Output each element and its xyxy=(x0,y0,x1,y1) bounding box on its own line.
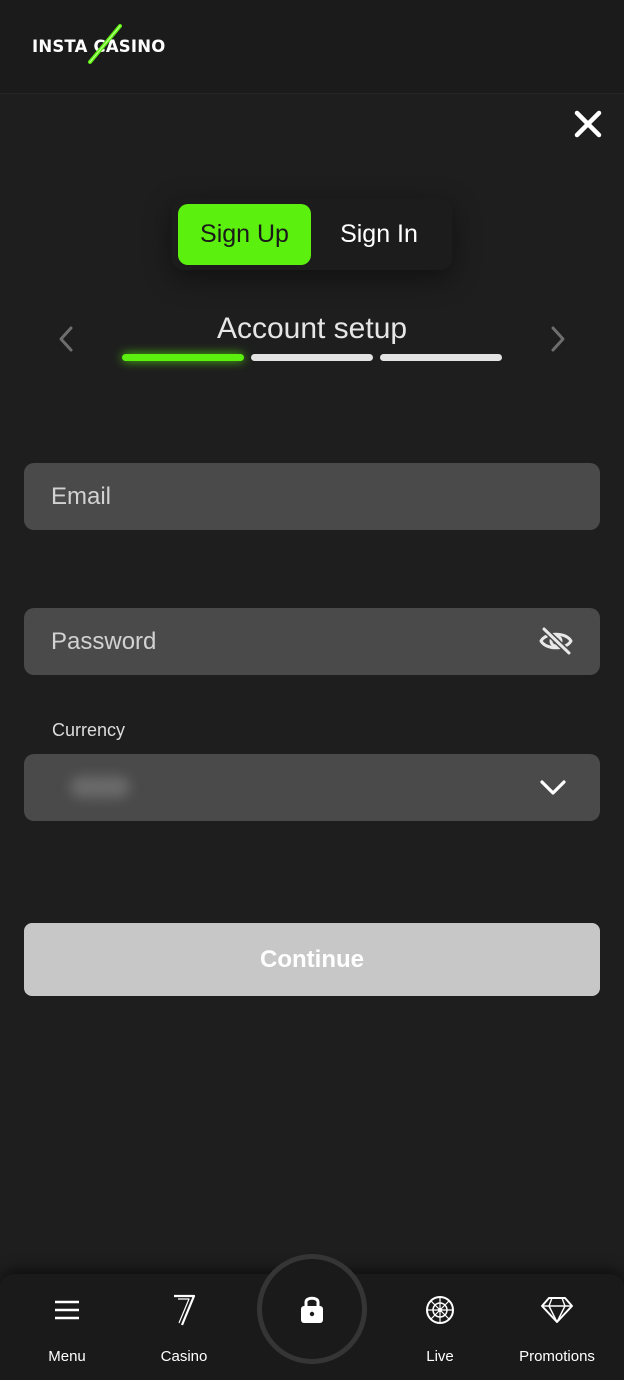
close-button[interactable] xyxy=(566,104,610,144)
nav-live-label: Live xyxy=(426,1348,454,1365)
progress-step-2 xyxy=(251,354,373,361)
nav-menu[interactable]: Menu xyxy=(12,1274,122,1380)
lock-button[interactable] xyxy=(257,1254,367,1364)
top-header: INSTA CASINO xyxy=(0,0,624,94)
seven-icon xyxy=(167,1292,201,1328)
password-input[interactable] xyxy=(24,608,600,675)
progress-step-1 xyxy=(122,354,244,361)
signup-page: INSTA CASINO Sign Up Sign In Account set… xyxy=(0,0,624,1380)
logo-slash-icon xyxy=(88,24,122,64)
currency-value-blurred xyxy=(70,776,130,798)
close-icon xyxy=(574,110,602,138)
auth-tabs: Sign Up Sign In xyxy=(172,198,452,270)
next-step-button[interactable] xyxy=(544,322,572,356)
diamond-icon xyxy=(540,1292,574,1328)
password-field-container xyxy=(24,608,600,675)
currency-select[interactable] xyxy=(24,754,600,821)
currency-label: Currency xyxy=(52,720,126,740)
eye-slash-icon xyxy=(539,626,573,656)
step-title: Account setup xyxy=(216,312,408,345)
lock-icon xyxy=(301,1296,323,1323)
previous-step-button[interactable] xyxy=(52,322,80,356)
chevron-right-icon xyxy=(551,326,565,352)
nav-casino[interactable]: Casino xyxy=(129,1274,239,1380)
nav-promotions-label: Promotions xyxy=(519,1348,595,1365)
nav-menu-label: Menu xyxy=(48,1348,86,1365)
insta-casino-logo[interactable]: INSTA CASINO xyxy=(32,22,182,68)
nav-casino-label: Casino xyxy=(160,1348,208,1365)
tab-sign-up[interactable]: Sign Up xyxy=(178,204,311,265)
progress-step-3 xyxy=(380,354,502,361)
toggle-password-visibility-button[interactable] xyxy=(538,625,574,657)
nav-live[interactable]: Live xyxy=(385,1274,495,1380)
hamburger-menu-icon xyxy=(50,1292,84,1328)
nav-promotions[interactable]: Promotions xyxy=(497,1274,617,1380)
chevron-down-icon xyxy=(540,780,566,795)
email-field-container xyxy=(24,463,600,530)
roulette-icon xyxy=(423,1292,457,1328)
continue-button[interactable]: Continue xyxy=(24,923,600,996)
tab-sign-in[interactable]: Sign In xyxy=(312,204,446,265)
chevron-left-icon xyxy=(59,326,73,352)
email-input[interactable] xyxy=(24,463,600,530)
